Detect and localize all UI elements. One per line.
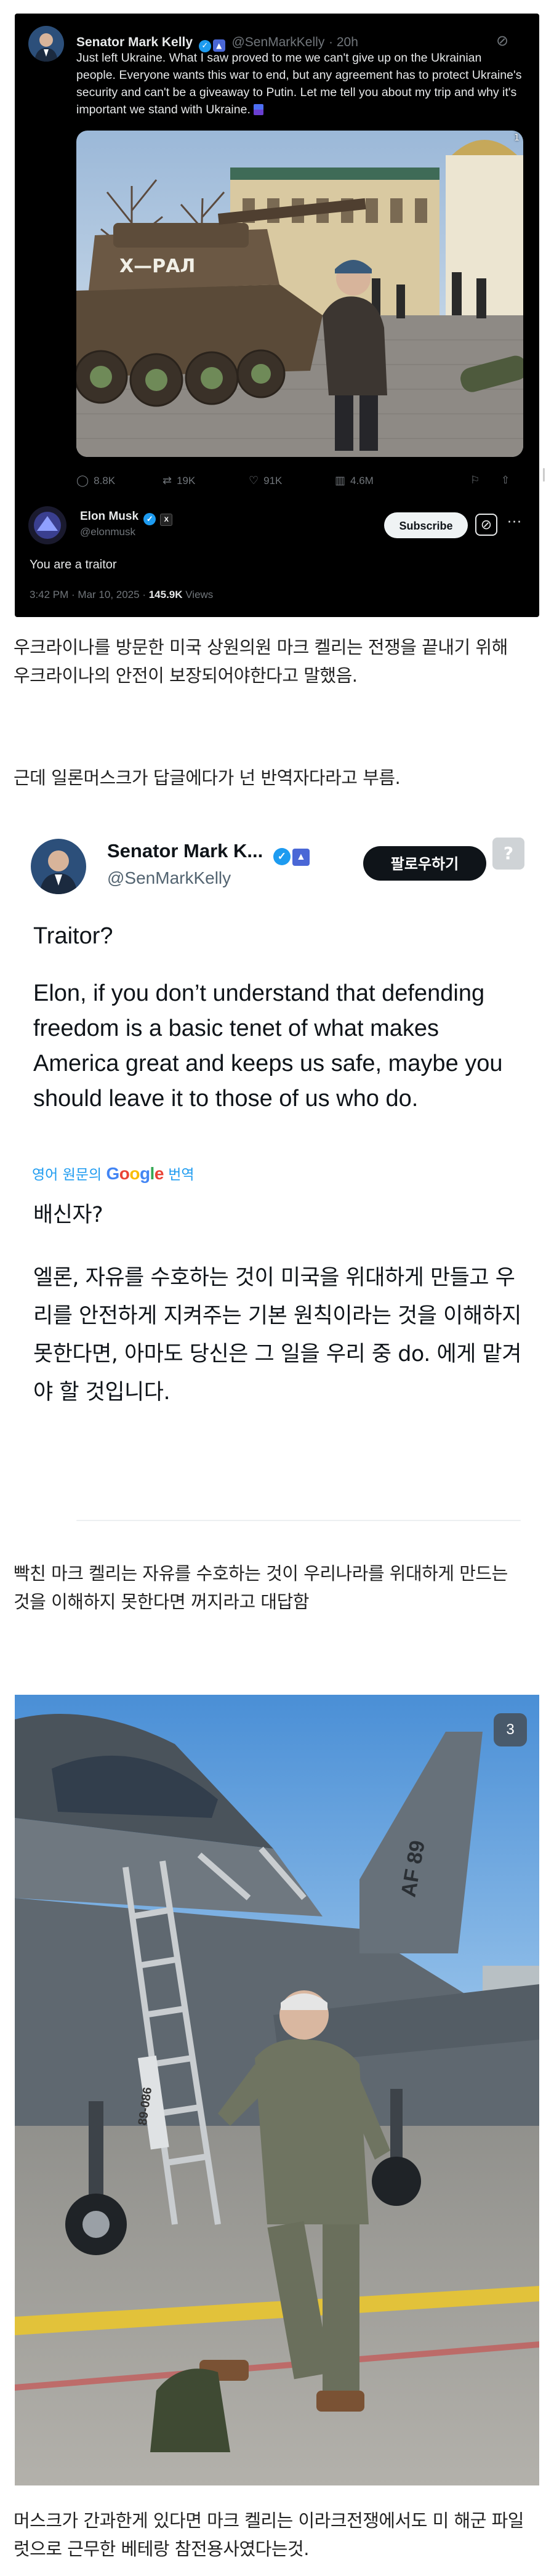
like-icon: ♡ [249, 474, 259, 487]
follow-button[interactable]: 팔로우하기 [363, 846, 486, 881]
author-name[interactable]: Senator Mark K... [107, 840, 263, 862]
reply-text: You are a traitor [30, 558, 117, 571]
author-handle[interactable]: @SenMarkKelly [107, 868, 231, 888]
repost-action[interactable]: ⇄ 19K [163, 474, 195, 487]
photo-count-badge: 3 [494, 1713, 527, 1746]
repost-count: 19K [177, 475, 196, 487]
tweet-actions: ◯ 8.8K ⇄ 19K ♡ 91K ▥ 4.6M ⚐ ⇧ [76, 474, 523, 493]
reply-author-line: Elon Musk ✓ X [80, 510, 173, 526]
ukraine-flag-icon [254, 104, 264, 115]
divider [76, 1520, 521, 1521]
like-action[interactable]: ♡ 91K [249, 474, 282, 487]
author-line: Senator Mark K... ✓ ▲ [107, 840, 312, 866]
caption-4: 머스크가 간과한게 있다면 마크 켈리는 이라크전쟁에서도 미 해군 파일럿으로… [14, 2510, 524, 2559]
author-handle[interactable]: @SenMarkKelly [231, 35, 324, 49]
tweet-text-en-line1: Traitor? [33, 923, 113, 949]
government-badge-icon: ▲ [292, 849, 310, 866]
verified-icon: ✓ [273, 848, 291, 865]
photo-tank-kyiv: X—РАЛ [76, 131, 523, 457]
bookmark-icon[interactable]: ⚐ [470, 474, 480, 487]
more-options-icon[interactable]: ··· [507, 515, 522, 530]
reply-author-handle[interactable]: @elonmusk [80, 526, 135, 538]
svg-text:X—РАЛ: X—РАЛ [119, 256, 195, 277]
caption-1: 우크라이나를 방문한 미국 상원의원 마크 켈리는 전쟁을 끝내기 위해 우크라… [14, 637, 508, 686]
reply-meta: 3:42 PM · Mar 10, 2025 · 145.9K Views [30, 589, 213, 601]
grok-icon[interactable]: ⊘ [494, 32, 511, 49]
reply-author-name[interactable]: Elon Musk [80, 510, 138, 523]
reply-author-avatar[interactable] [28, 506, 66, 544]
tweet-text-ko-line1: 배신자? [33, 1203, 103, 1227]
scrollbar-tick [543, 468, 545, 482]
reply-action[interactable]: ◯ 8.8K [76, 474, 115, 487]
help-icon[interactable]: ? [492, 838, 524, 870]
translate-suffix: 번역 [168, 1167, 195, 1183]
tweet-text-content: Just left Ukraine. What I saw proved to … [76, 51, 522, 116]
google-logo: Google [106, 1164, 164, 1183]
kelly-response-tweet: Senator Mark K... ✓ ▲ @SenMarkKelly 팔로우하기… [15, 826, 539, 1540]
share-icon[interactable]: ⇧ [501, 474, 510, 487]
tweet-time[interactable]: 20h [337, 35, 358, 49]
tweet-photo[interactable]: X—РАЛ 1 [76, 131, 523, 457]
reply-timestamp[interactable]: 3:42 PM · Mar 10, 2025 · [30, 589, 149, 600]
grok-icon[interactable]: ⊘ [475, 514, 497, 536]
reply-count: 8.8K [94, 475, 116, 487]
tweet-text-ko-body: 엘론, 자유를 수호하는 것이 미국을 위대하게 만들고 우리를 안전하게 지켜… [33, 1266, 521, 1405]
translation-attribution[interactable]: 영어 원문의 Google 번역 [32, 1163, 195, 1184]
original-tweet-card: Senator Mark Kelly ✓ ▲ @SenMarkKelly · 20… [15, 14, 539, 617]
photo-count-badge: 1 [514, 133, 520, 143]
tweet-text-english: Traitor? Elon, if you don’t understand t… [33, 919, 526, 1116]
views-action[interactable]: ▥ 4.6M [335, 474, 374, 487]
translate-prefix: 영어 원문의 [32, 1167, 102, 1183]
author-name[interactable]: Senator Mark Kelly [76, 35, 193, 49]
subscribe-button[interactable]: Subscribe [384, 512, 468, 538]
views-icon: ▥ [335, 474, 346, 487]
reply-verified-icon: ✓ [143, 513, 156, 525]
reply-views-label: Views [182, 589, 214, 600]
author-avatar[interactable] [28, 26, 64, 62]
like-count: 91K [263, 475, 283, 487]
kelly-jet-photo: AF 89 89-086 3 [15, 1695, 539, 2485]
x-affiliate-icon: X [160, 514, 173, 526]
reply-icon: ◯ [76, 474, 89, 487]
views-count: 4.6M [350, 475, 374, 487]
tweet-text: Just left Ukraine. What I saw proved to … [76, 49, 523, 118]
caption-2: 근데 일론머스크가 답글에다가 넌 반역자다라고 부름. [14, 767, 401, 788]
repost-icon: ⇄ [163, 474, 172, 487]
caption-3: 빡친 마크 켈리는 자유를 수호하는 것이 우리나라를 위대하게 만드는 것을 … [14, 1563, 508, 1612]
dot-separator: · [329, 35, 337, 49]
reply-header: Elon Musk ✓ X @elonmusk Subscribe ⊘ ··· [28, 506, 526, 549]
author-avatar[interactable] [31, 839, 86, 894]
reply-view-count: 145.9K [148, 589, 183, 600]
tweet-text-en-body: Elon, if you don’t understand that defen… [33, 980, 503, 1112]
tweet-text-korean: 배신자? 엘론, 자유를 수호하는 것이 미국을 위대하게 만들고 우리를 안전… [33, 1196, 526, 1411]
photo-jet-pilot: AF 89 89-086 [15, 1695, 539, 2485]
